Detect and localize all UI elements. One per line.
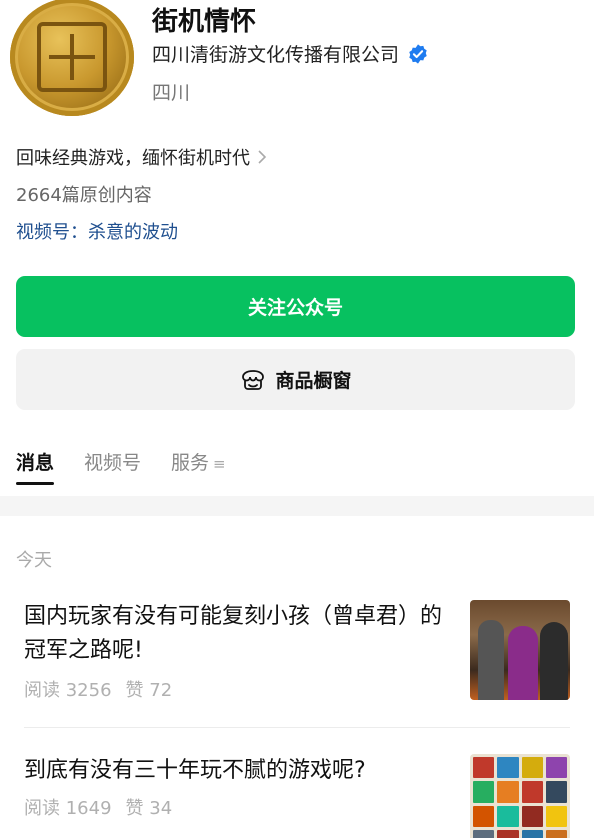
company-row: 四川清街游文化传播有限公司 (152, 40, 429, 67)
article-title: 国内玩家有没有可能复刻小孩（曾卓君）的冠军之路呢! (24, 604, 443, 663)
article-divider (24, 727, 570, 728)
coin-logo-icon (37, 22, 107, 92)
article-meta: 阅读 1649 赞 34 (24, 794, 172, 820)
article-item[interactable]: 到底有没有三十年玩不腻的游戏呢? 阅读 1649 赞 34 (24, 754, 570, 838)
original-count: 2664篇原创内容 (16, 185, 152, 206)
tab-services[interactable]: 服务 ≡ (171, 448, 226, 485)
read-count: 阅读 3256 (24, 680, 112, 701)
chevron-right-icon (258, 150, 267, 164)
like-count: 赞 34 (125, 798, 173, 819)
shop-window-label: 商品橱窗 (275, 370, 352, 392)
tab-video[interactable]: 视频号 (84, 448, 141, 485)
shop-window-button[interactable]: 商品橱窗 (16, 349, 575, 410)
article-thumbnail (470, 754, 570, 838)
follow-button-label: 关注公众号 (247, 297, 343, 319)
tab-messages[interactable]: 消息 (16, 448, 55, 485)
region-label: 四川 (152, 82, 191, 104)
article-feed: 今天 国内玩家有没有可能复刻小孩（曾卓君）的冠军之路呢! 阅读 3256 赞 7… (0, 516, 594, 838)
menu-icon: ≡ (213, 455, 226, 473)
slogan-link[interactable]: 回味经典游戏，缅怀街机时代 (16, 144, 268, 170)
like-count: 赞 72 (125, 680, 173, 701)
follow-button[interactable]: 关注公众号 (16, 276, 575, 337)
company-name: 四川清街游文化传播有限公司 (152, 44, 400, 66)
tab-bar: 消息 视频号 服务 ≡ (16, 448, 256, 485)
verified-badge-icon (409, 43, 427, 64)
slogan-text: 回味经典游戏，缅怀街机时代 (16, 148, 250, 169)
article-thumbnail (470, 600, 570, 700)
video-channel-link[interactable]: 视频号：杀意的波动 (16, 218, 178, 244)
day-label: 今天 (16, 550, 52, 571)
avatar (10, 0, 134, 116)
section-divider (0, 496, 594, 516)
shop-window-icon (242, 369, 265, 390)
account-name: 街机情怀 (152, 7, 257, 37)
article-item[interactable]: 国内玩家有没有可能复刻小孩（曾卓君）的冠军之路呢! 阅读 3256 赞 72 (24, 600, 570, 730)
read-count: 阅读 1649 (24, 798, 112, 819)
article-title: 到底有没有三十年玩不腻的游戏呢? (24, 758, 366, 783)
article-meta: 阅读 3256 赞 72 (24, 676, 172, 702)
tab-services-label: 服务 (171, 452, 210, 474)
